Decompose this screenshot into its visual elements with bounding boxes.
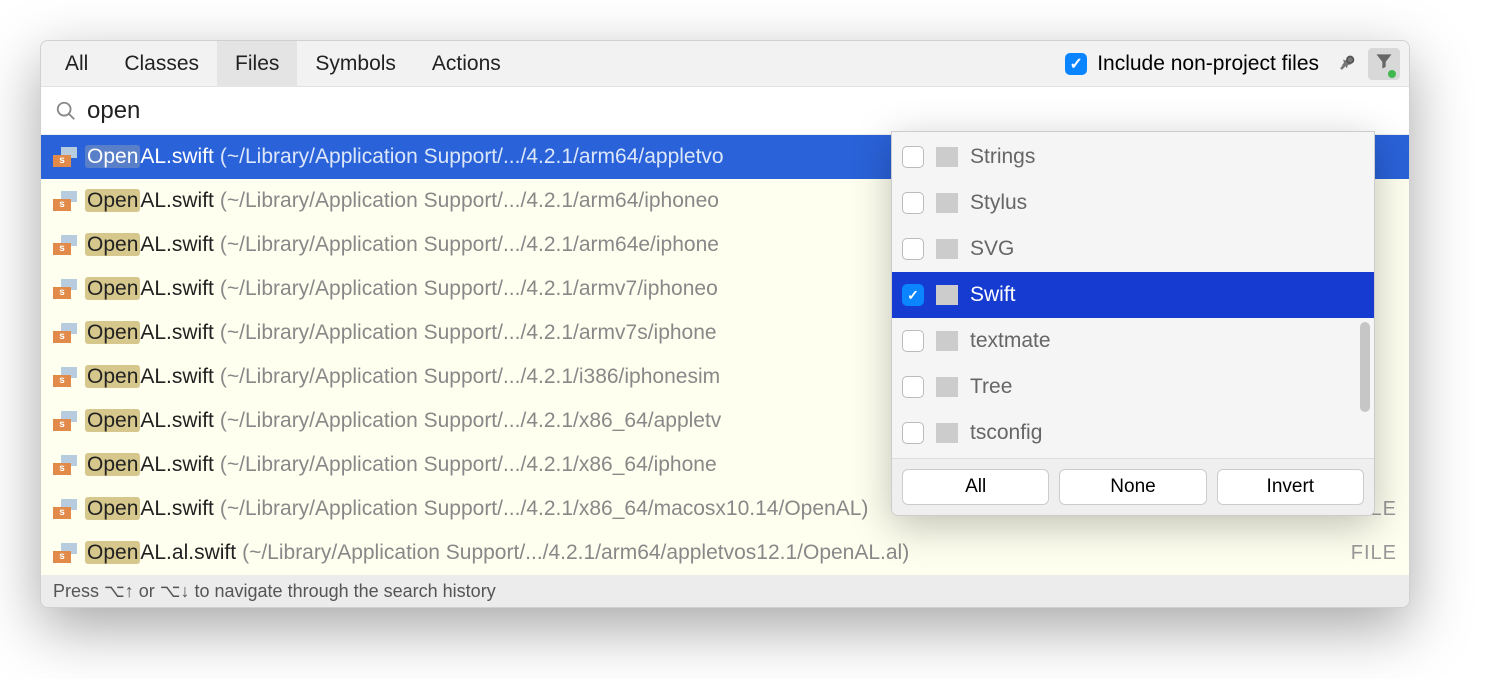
result-filename: OpenAL.swift	[85, 321, 214, 345]
result-filename: OpenAL.swift	[85, 453, 214, 477]
filter-buttons: All None Invert	[892, 458, 1374, 515]
filter-label: Strings	[970, 145, 1364, 169]
swift-file-icon	[53, 147, 79, 167]
filter-option-textmate[interactable]: textmate	[892, 318, 1374, 364]
include-label: Include non-project files	[1097, 52, 1319, 76]
filetype-icon	[936, 423, 958, 443]
filter-checkbox[interactable]	[902, 376, 924, 398]
filter-option-swift[interactable]: Swift	[892, 272, 1374, 318]
swift-file-icon	[53, 191, 79, 211]
result-filename: OpenAL.swift	[85, 365, 214, 389]
result-filename: OpenAL.swift	[85, 497, 214, 521]
result-filename: OpenAL.swift	[85, 145, 214, 169]
filter-option-tsconfig[interactable]: tsconfig	[892, 410, 1374, 456]
swift-file-icon	[53, 499, 79, 519]
filetype-icon	[936, 285, 958, 305]
result-filename: OpenAL.swift	[85, 189, 214, 213]
tab-classes[interactable]: Classes	[106, 41, 217, 87]
result-path: (~/Library/Application Support/.../4.2.1…	[220, 277, 718, 301]
include-checkbox[interactable]	[1065, 53, 1087, 75]
filter-checkbox[interactable]	[902, 146, 924, 168]
status-bar: Press ⌥↑ or ⌥↓ to navigate through the s…	[41, 575, 1409, 607]
filetype-icon	[936, 377, 958, 397]
result-path: (~/Library/Application Support/.../4.2.1…	[220, 497, 868, 521]
tab-all[interactable]: All	[47, 41, 106, 87]
swift-file-icon	[53, 279, 79, 299]
result-path: (~/Library/Application Support/.../4.2.1…	[220, 365, 720, 389]
search-icon	[55, 100, 77, 122]
swift-file-icon	[53, 235, 79, 255]
filetype-icon	[936, 331, 958, 351]
search-bar	[41, 87, 1409, 135]
filter-label: tsconfig	[970, 421, 1364, 445]
filter-option-strings[interactable]: Strings	[892, 134, 1374, 180]
result-path: (~/Library/Application Support/.../4.2.1…	[220, 233, 719, 257]
filter-all-button[interactable]: All	[902, 469, 1049, 505]
result-row[interactable]: OpenAL.al.swift (~/Library/Application S…	[41, 531, 1409, 575]
filter-option-stylus[interactable]: Stylus	[892, 180, 1374, 226]
result-type-badge: FILE	[1351, 542, 1397, 565]
filetype-icon	[936, 193, 958, 213]
filter-label: Swift	[970, 283, 1364, 307]
filter-active-indicator	[1388, 70, 1396, 78]
search-everywhere-window: AllClassesFilesSymbolsActions Include no…	[40, 40, 1410, 608]
swift-file-icon	[53, 455, 79, 475]
filter-list: Strings Stylus SVG Swift textmate Tree tsconfi…	[892, 132, 1374, 458]
filter-option-svg[interactable]: SVG	[892, 226, 1374, 272]
filter-checkbox[interactable]	[902, 422, 924, 444]
tab-bar: AllClassesFilesSymbolsActions Include no…	[41, 41, 1409, 87]
filetype-icon	[936, 147, 958, 167]
filter-label: Tree	[970, 375, 1364, 399]
include-non-project-toggle[interactable]: Include non-project files	[1065, 52, 1319, 76]
filter-checkbox[interactable]	[902, 238, 924, 260]
result-filename: OpenAL.swift	[85, 409, 214, 433]
filter-label: textmate	[970, 329, 1364, 353]
filter-label: Stylus	[970, 191, 1364, 215]
result-path: (~/Library/Application Support/.../4.2.1…	[242, 541, 909, 565]
swift-file-icon	[53, 543, 79, 563]
result-filename: OpenAL.swift	[85, 277, 214, 301]
result-path: (~/Library/Application Support/.../4.2.1…	[220, 453, 717, 477]
filter-option-tree[interactable]: Tree	[892, 364, 1374, 410]
tab-files[interactable]: Files	[217, 41, 297, 87]
filter-popup: Strings Stylus SVG Swift textmate Tree tsconfi…	[891, 131, 1375, 516]
result-path: (~/Library/Application Support/.../4.2.1…	[220, 321, 717, 345]
search-input[interactable]	[87, 97, 1395, 125]
filetype-icon	[936, 239, 958, 259]
swift-file-icon	[53, 323, 79, 343]
result-path: (~/Library/Application Support/.../4.2.1…	[220, 189, 719, 213]
scrollbar-thumb[interactable]	[1360, 322, 1370, 412]
filter-invert-button[interactable]: Invert	[1217, 469, 1364, 505]
tab-actions[interactable]: Actions	[414, 41, 519, 87]
pin-icon[interactable]	[1330, 48, 1362, 80]
result-filename: OpenAL.al.swift	[85, 541, 236, 565]
filter-icon[interactable]	[1368, 48, 1400, 80]
swift-file-icon	[53, 367, 79, 387]
result-path: (~/Library/Application Support/.../4.2.1…	[220, 409, 721, 433]
filter-checkbox[interactable]	[902, 284, 924, 306]
status-text: Press ⌥↑ or ⌥↓ to navigate through the s…	[53, 581, 496, 602]
filter-label: SVG	[970, 237, 1364, 261]
filter-checkbox[interactable]	[902, 330, 924, 352]
filter-none-button[interactable]: None	[1059, 469, 1206, 505]
result-filename: OpenAL.swift	[85, 233, 214, 257]
result-path: (~/Library/Application Support/.../4.2.1…	[220, 145, 724, 169]
filter-checkbox[interactable]	[902, 192, 924, 214]
swift-file-icon	[53, 411, 79, 431]
tab-symbols[interactable]: Symbols	[297, 41, 414, 87]
